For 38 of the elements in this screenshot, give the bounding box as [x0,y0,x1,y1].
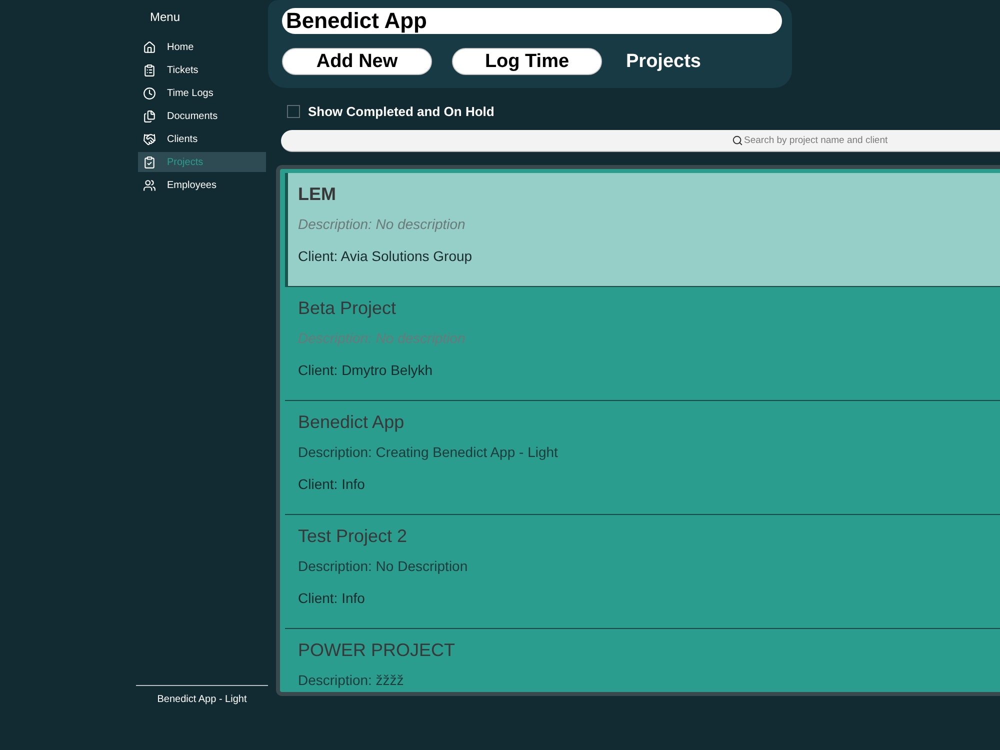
app-title: Benedict App [282,8,782,34]
log-time-button[interactable]: Log Time [452,48,602,75]
checkbox-label: Show Completed and On Hold [308,104,494,118]
files-icon [143,110,156,122]
app-version-label: Benedict App - Light [157,694,247,706]
project-name: Benedict App [298,411,406,433]
project-description: Description: Creating Benedict App - Light [298,444,559,461]
house-icon [143,40,156,54]
add-new-button[interactable]: Add New [282,48,432,75]
users-icon [143,178,156,192]
project-card[interactable]: LEM Description: No description Client: Avia Solutions Group [285,173,1000,287]
project-client: Client: Avia Solutions Group [298,248,474,265]
checkbox[interactable] [287,104,300,118]
project-name: Test Project 2 [298,525,408,547]
menu-item[interactable]: Tickets [138,60,266,80]
project-name: Beta Project [298,297,398,319]
search-field[interactable]: Search by project name and client [281,130,1000,152]
project-description: Description: žžžž [298,672,405,689]
clock-icon [143,86,156,100]
menu-item[interactable]: Employees [138,175,266,195]
project-description: Description: No description [298,330,466,347]
menu-item[interactable]: Home [138,37,266,57]
project-client: Client: Info [298,590,366,607]
menu-item[interactable]: Clients [138,129,266,149]
project-name: POWER PROJECT [298,639,456,661]
menu-heading: Menu [150,10,180,24]
menu-item[interactable]: Documents [138,106,266,126]
clipboard-icon [143,64,156,76]
clipboard-check-icon [143,156,156,168]
project-description: Description: No description [298,216,466,233]
project-description: Description: No Description [298,558,469,575]
page-title: Projects [626,50,701,72]
menu-item[interactable]: Time Logs [138,83,266,103]
handshake-icon [143,132,156,146]
project-name: LEM [298,183,337,205]
project-client: Client: Info [298,476,366,493]
search-icon [732,135,743,146]
project-client: Client: Dmytro Belykh [298,362,434,379]
